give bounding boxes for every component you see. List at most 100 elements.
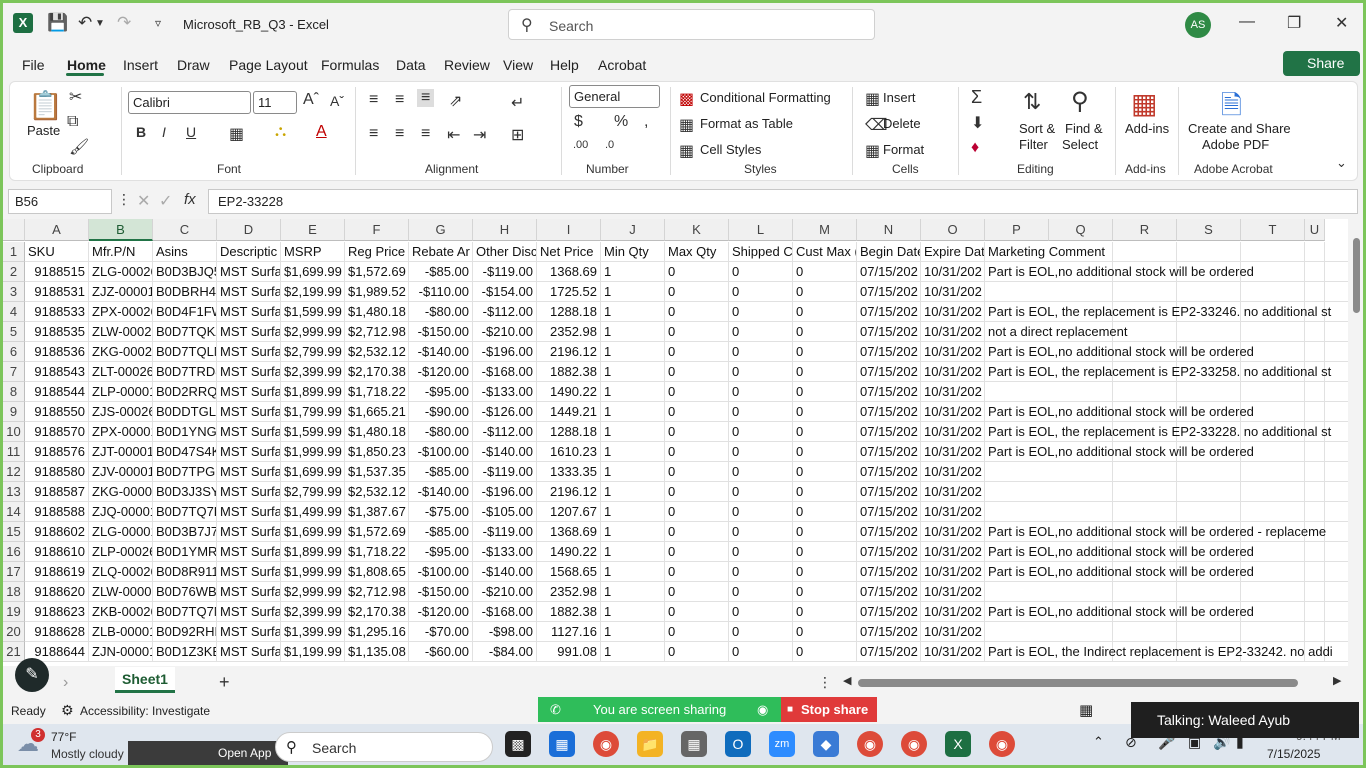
table-cell[interactable]: 0	[665, 442, 729, 462]
table-cell[interactable]: 1368.69	[537, 262, 601, 282]
table-cell[interactable]: 1449.21	[537, 402, 601, 422]
table-cell[interactable]: $2,399.99	[281, 602, 345, 622]
tab-page-layout[interactable]: Page Layout	[229, 57, 308, 73]
table-cell[interactable]: -$133.00	[473, 542, 537, 562]
table-cell[interactable]: B0D3J3SYS	[153, 482, 217, 502]
table-cell[interactable]: 1	[601, 342, 665, 362]
edit-pen-icon[interactable]: ✎	[15, 658, 49, 692]
table-cell[interactable]: 07/15/202	[857, 262, 921, 282]
bold-icon[interactable]: B	[136, 124, 146, 140]
table-cell[interactable]: -$154.00	[473, 282, 537, 302]
row-header[interactable]: 8	[3, 382, 25, 402]
table-cell[interactable]: 0	[729, 362, 793, 382]
user-avatar[interactable]: AS	[1185, 12, 1211, 38]
table-cell[interactable]: Part is EOL,no additional stock will be …	[985, 542, 1348, 562]
table-cell[interactable]: MST Surfa	[217, 322, 281, 342]
table-cell[interactable]: -$85.00	[409, 462, 473, 482]
table-cell[interactable]: 07/15/202	[857, 342, 921, 362]
table-cell[interactable]: ZJN-00001	[89, 642, 153, 662]
table-cell[interactable]: 0	[729, 442, 793, 462]
table-cell[interactable]: 991.08	[537, 642, 601, 662]
table-cell[interactable]: 9188620	[25, 582, 89, 602]
insert-function-icon[interactable]: fx	[184, 191, 196, 208]
table-cell[interactable]: 0	[665, 462, 729, 482]
outlook-icon[interactable]: O	[725, 731, 751, 757]
table-cell[interactable]: $2,799.99	[281, 482, 345, 502]
row-header[interactable]: 18	[3, 582, 25, 602]
table-cell[interactable]: 1	[601, 362, 665, 382]
table-cell[interactable]: 1882.38	[537, 362, 601, 382]
table-cell[interactable]: 0	[793, 642, 857, 662]
decrease-indent-icon[interactable]: ⇤	[447, 125, 460, 145]
table-cell[interactable]: 0	[665, 562, 729, 582]
align-bottom-icon[interactable]: ≡	[417, 89, 435, 107]
number-format-combo[interactable]: General	[569, 85, 660, 108]
table-cell[interactable]: $2,532.12	[345, 342, 409, 362]
header-cell[interactable]: Asins	[153, 242, 217, 262]
font-color-icon[interactable]: A	[316, 123, 327, 141]
row-header[interactable]: 16	[3, 542, 25, 562]
table-cell[interactable]: 0	[793, 282, 857, 302]
excel-taskbar-icon[interactable]: X	[945, 731, 971, 757]
table-cell[interactable]: B0DDTGLE	[153, 402, 217, 422]
table-cell[interactable]: 1	[601, 382, 665, 402]
table-cell[interactable]: $1,699.99	[281, 522, 345, 542]
table-cell[interactable]: $1,665.21	[345, 402, 409, 422]
table-cell[interactable]: MST Surfa	[217, 402, 281, 422]
column-header-g[interactable]: G	[409, 219, 473, 241]
table-cell[interactable]: 1490.22	[537, 542, 601, 562]
table-cell[interactable]: not a direct replacement	[985, 322, 1348, 342]
table-cell[interactable]: $1,599.99	[281, 422, 345, 442]
row-header[interactable]: 2	[3, 262, 25, 282]
table-cell[interactable]: 10/31/202	[921, 362, 985, 382]
header-cell[interactable]: Cust Max (	[793, 242, 857, 262]
table-cell[interactable]: B0D7TPGF	[153, 462, 217, 482]
table-cell[interactable]: 0	[793, 542, 857, 562]
row-header[interactable]: 13	[3, 482, 25, 502]
table-cell[interactable]: 0	[729, 522, 793, 542]
table-cell[interactable]: 9188533	[25, 302, 89, 322]
table-cell[interactable]: 1288.18	[537, 422, 601, 442]
table-cell[interactable]: 9188576	[25, 442, 89, 462]
row-header[interactable]: 14	[3, 502, 25, 522]
table-cell[interactable]: 10/31/202	[921, 462, 985, 482]
table-cell[interactable]: 9188610	[25, 542, 89, 562]
merge-center-icon[interactable]: ⊞	[511, 125, 524, 145]
table-cell[interactable]: 07/15/202	[857, 322, 921, 342]
table-cell[interactable]: $2,199.99	[281, 282, 345, 302]
column-header-h[interactable]: H	[473, 219, 537, 241]
store-icon[interactable]: ▦	[549, 731, 575, 757]
taskbar-search[interactable]: ⚲ Search	[275, 732, 493, 762]
find-select-icon[interactable]: ⚲	[1071, 87, 1089, 116]
tab-insert[interactable]: Insert	[123, 57, 158, 73]
table-cell[interactable]: -$140.00	[409, 342, 473, 362]
fill-color-icon[interactable]: ⛬	[275, 123, 286, 141]
table-cell[interactable]: 07/15/202	[857, 402, 921, 422]
table-cell[interactable]: 0	[665, 282, 729, 302]
customize-toolbar-icon[interactable]: ▿	[155, 16, 161, 30]
table-cell[interactable]: $1,999.99	[281, 562, 345, 582]
table-cell[interactable]: MST Surfa	[217, 542, 281, 562]
ribbon-collapse-icon[interactable]: ⌄	[1336, 155, 1347, 171]
table-cell[interactable]: 10/31/202	[921, 262, 985, 282]
table-cell[interactable]: 0	[665, 382, 729, 402]
tab-data[interactable]: Data	[396, 57, 426, 73]
table-cell[interactable]: ZJV-00001	[89, 462, 153, 482]
table-cell[interactable]: Part is EOL, the Indirect replacement is…	[985, 642, 1348, 662]
redo-icon[interactable]: ↷	[117, 13, 131, 33]
create-pdf-label-2[interactable]: Adobe PDF	[1202, 137, 1269, 152]
header-cell[interactable]: Max Qty	[665, 242, 729, 262]
table-cell[interactable]: $1,295.16	[345, 622, 409, 642]
table-cell[interactable]: ZPX-00001	[89, 422, 153, 442]
table-cell[interactable]: 0	[729, 322, 793, 342]
column-header-c[interactable]: C	[153, 219, 217, 241]
sort-filter-icon[interactable]: ⇅	[1023, 89, 1041, 115]
table-cell[interactable]: ZLP-00026	[89, 542, 153, 562]
conditional-formatting-icon[interactable]: ▩	[679, 89, 694, 109]
table-cell[interactable]	[985, 582, 1348, 602]
weather-desc[interactable]: Mostly cloudy	[51, 747, 124, 761]
insert-cells-button[interactable]: Insert	[883, 90, 916, 105]
table-cell[interactable]: B0D8R911	[153, 562, 217, 582]
sort-filter-label-1[interactable]: Sort &	[1019, 121, 1055, 136]
table-cell[interactable]: 1	[601, 522, 665, 542]
